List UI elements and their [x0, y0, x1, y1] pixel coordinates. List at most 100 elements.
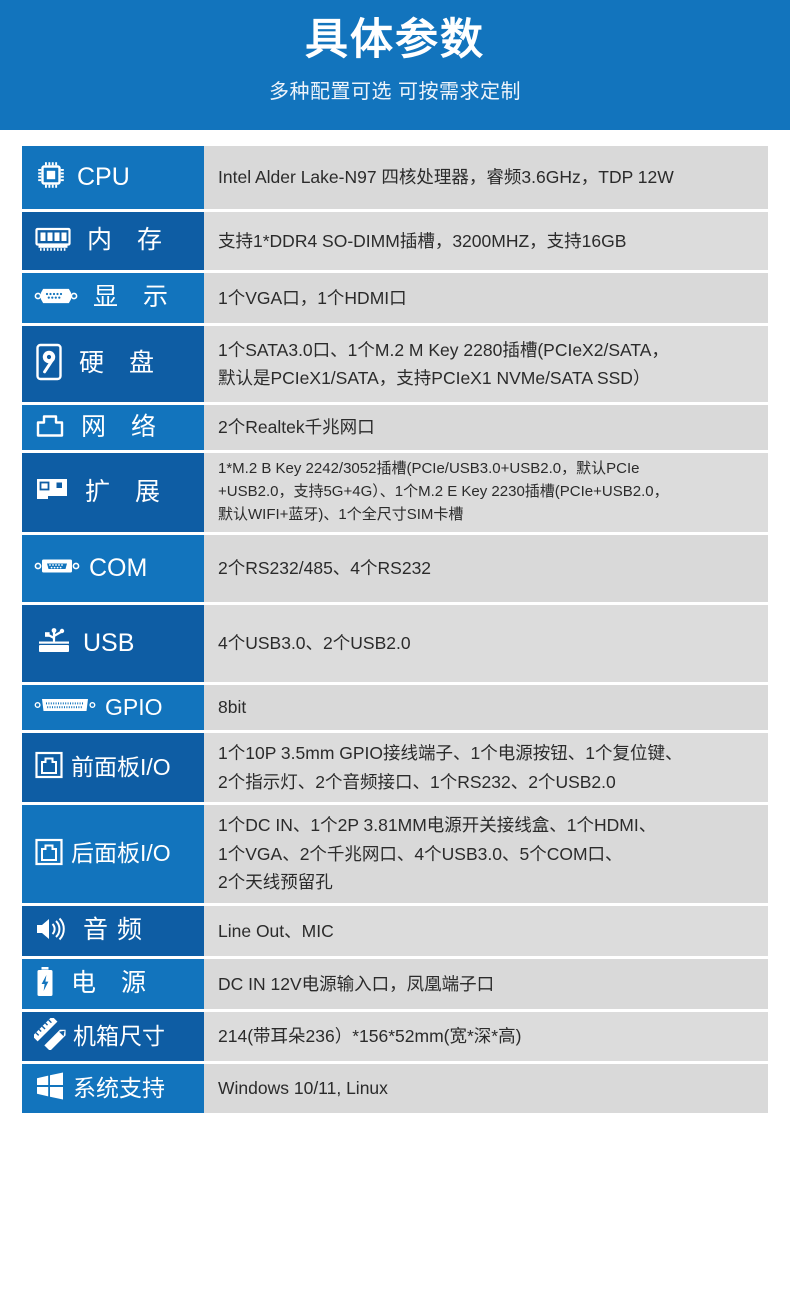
- row-label-cpu: CPU: [22, 146, 204, 209]
- page-title: 具体参数: [305, 15, 485, 64]
- row-label-power: 电 源: [22, 959, 204, 1009]
- table-row: 显 示 1个VGA口，1个HDMI口: [22, 273, 768, 323]
- table-row: COM 2个RS232/485、4个RS232: [22, 535, 768, 602]
- row-value-front-panel: 1个10P 3.5mm GPIO接线端子、1个电源按钮、1个复位键、 2个指示灯…: [204, 733, 768, 802]
- table-row: 硬 盘 1个SATA3.0口、1个M.2 M Key 2280插槽(PCIeX2…: [22, 326, 768, 402]
- row-label-gpio: GPIO: [22, 685, 204, 730]
- row-label-expansion: 扩 展: [22, 453, 204, 532]
- page-subtitle: 多种配置可选 可按需求定制: [268, 81, 522, 104]
- row-value-expansion: 1*M.2 B Key 2242/3052插槽(PCIe/USB3.0+USB2…: [204, 453, 768, 532]
- value-line: 2个指示灯、2个音频接口、1个RS232、2个USB2.0: [218, 771, 616, 792]
- row-label-text: 硬 盘: [79, 349, 163, 378]
- row-value-rear-panel: 1个DC IN、1个2P 3.81MM电源开关接线盒、1个HDMI、 1个VGA…: [204, 805, 768, 903]
- table-row: GPIO 8bit: [22, 685, 768, 730]
- value-line: 1个DC IN、1个2P 3.81MM电源开关接线盒、1个HDMI、: [218, 815, 657, 836]
- value-line: 2个RS232/485、4个RS232: [218, 558, 432, 579]
- table-row: USB 4个USB3.0、2个USB2.0: [22, 605, 768, 682]
- cpu-chip-icon: [34, 158, 68, 197]
- row-label-audio: 音频: [22, 906, 204, 956]
- value-line: 214(带耳朵236）*156*52mm(宽*深*高): [218, 1026, 522, 1047]
- row-value-usb: 4个USB3.0、2个USB2.0: [204, 605, 768, 682]
- row-label-os-support: 系统支持: [22, 1064, 204, 1113]
- usb-port-icon: [34, 624, 74, 663]
- value-line: 支持1*DDR4 SO-DIMM插槽，3200MHZ，支持16GB: [218, 230, 627, 251]
- row-label-memory: 内 存: [22, 212, 204, 270]
- ethernet-port-icon: [34, 411, 66, 444]
- row-label-text: USB: [83, 628, 135, 657]
- value-line: 1*M.2 B Key 2242/3052插槽(PCIe/USB3.0+USB2…: [218, 460, 640, 478]
- table-row: 网 络 2个Realtek千兆网口: [22, 405, 768, 450]
- value-line: 默认WIFI+蓝牙)、1个全尺寸SIM卡槽: [218, 505, 464, 523]
- row-label-text: 前面板I/O: [71, 753, 171, 780]
- row-value-cpu: Intel Alder Lake-N97 四核处理器，睿频3.6GHz，TDP …: [204, 146, 768, 209]
- value-line: 1个VGA口，1个HDMI口: [218, 287, 407, 308]
- page-header-banner: 具体参数 多种配置可选 可按需求定制: [0, 0, 790, 130]
- table-row: 扩 展 1*M.2 B Key 2242/3052插槽(PCIe/USB3.0+…: [22, 453, 768, 532]
- rear-panel-icon: [34, 837, 64, 872]
- windows-logo-icon: [34, 1071, 66, 1106]
- row-value-storage: 1个SATA3.0口、1个M.2 M Key 2280插槽(PCIeX2/SAT…: [204, 326, 768, 402]
- expansion-card-icon: [34, 475, 70, 510]
- row-label-text: CPU: [77, 162, 130, 191]
- row-value-display: 1个VGA口，1个HDMI口: [204, 273, 768, 323]
- row-label-text: 内 存: [87, 226, 171, 255]
- row-value-chassis-size: 214(带耳朵236）*156*52mm(宽*深*高): [204, 1012, 768, 1061]
- row-value-os-support: Windows 10/11, Linux: [204, 1064, 768, 1113]
- row-value-memory: 支持1*DDR4 SO-DIMM插槽，3200MHZ，支持16GB: [204, 212, 768, 270]
- row-label-network: 网 络: [22, 405, 204, 450]
- value-line: 2个天线预留孔: [218, 872, 333, 893]
- row-value-com: 2个RS232/485、4个RS232: [204, 535, 768, 602]
- row-label-storage: 硬 盘: [22, 326, 204, 402]
- row-label-text: 扩 展: [85, 477, 169, 506]
- row-label-text: 显 示: [93, 283, 177, 312]
- value-line: +USB2.0，支持5G+4G）、1个M.2 E Key 2230插槽(PCIe…: [218, 483, 669, 501]
- row-label-front-panel: 前面板I/O: [22, 733, 204, 802]
- row-label-rear-panel: 后面板I/O: [22, 805, 204, 903]
- table-row: 音频 Line Out、MIC: [22, 906, 768, 956]
- value-line: Intel Alder Lake-N97 四核处理器，睿频3.6GHz，TDP …: [218, 167, 674, 188]
- table-row: 前面板I/O 1个10P 3.5mm GPIO接线端子、1个电源按钮、1个复位键…: [22, 733, 768, 802]
- row-label-text: 电 源: [71, 969, 155, 998]
- specification-table: CPU Intel Alder Lake-N97 四核处理器，睿频3.6GHz，…: [22, 146, 768, 1113]
- table-row: 系统支持 Windows 10/11, Linux: [22, 1064, 768, 1113]
- value-line: DC IN 12V电源输入口，凤凰端子口: [218, 973, 495, 994]
- battery-power-icon: [34, 965, 56, 1004]
- row-label-chassis-size: 机箱尺寸: [22, 1012, 204, 1061]
- row-label-text: 后面板I/O: [71, 840, 171, 867]
- front-panel-icon: [34, 750, 64, 785]
- row-label-text: 系统支持: [73, 1074, 165, 1101]
- row-value-power: DC IN 12V电源输入口，凤凰端子口: [204, 959, 768, 1009]
- row-label-com: COM: [22, 535, 204, 602]
- row-label-display: 显 示: [22, 273, 204, 323]
- table-row: 后面板I/O 1个DC IN、1个2P 3.81MM电源开关接线盒、1个HDMI…: [22, 805, 768, 903]
- value-line: 1个VGA、2个千兆网口、4个USB3.0、5个COM口、: [218, 843, 623, 864]
- row-label-text: 机箱尺寸: [73, 1022, 165, 1049]
- value-line: Windows 10/11, Linux: [218, 1078, 388, 1099]
- value-line: Line Out、MIC: [218, 920, 334, 941]
- db9-serial-port-icon: [34, 554, 80, 583]
- table-row: 电 源 DC IN 12V电源输入口，凤凰端子口: [22, 959, 768, 1009]
- row-value-audio: Line Out、MIC: [204, 906, 768, 956]
- value-line: 默认是PCIeX1/SATA，支持PCIeX1 NVMe/SATA SSD）: [218, 368, 651, 388]
- row-label-usb: USB: [22, 605, 204, 682]
- value-line: 1个SATA3.0口、1个M.2 M Key 2280插槽(PCIeX2/SAT…: [218, 339, 669, 360]
- memory-module-icon: [34, 224, 72, 259]
- row-label-text: COM: [89, 553, 148, 582]
- row-label-text: 网 络: [81, 412, 165, 441]
- table-row: CPU Intel Alder Lake-N97 四核处理器，睿频3.6GHz，…: [22, 146, 768, 209]
- ruler-pencil-icon: [32, 1016, 66, 1055]
- value-line: 4个USB3.0、2个USB2.0: [218, 633, 411, 654]
- value-line: 8bit: [218, 697, 247, 718]
- table-row: 机箱尺寸 214(带耳朵236）*156*52mm(宽*深*高): [22, 1012, 768, 1061]
- value-line: 1个10P 3.5mm GPIO接线端子、1个电源按钮、1个复位键、: [218, 743, 683, 764]
- hard-disk-icon: [34, 342, 64, 387]
- value-line: 2个Realtek千兆网口: [218, 417, 375, 438]
- table-row: 内 存 支持1*DDR4 SO-DIMM插槽，3200MHZ，支持16GB: [22, 212, 768, 270]
- speaker-icon: [34, 915, 68, 948]
- row-label-text: 音频: [83, 916, 152, 945]
- row-label-text: GPIO: [105, 693, 163, 720]
- row-value-network: 2个Realtek千兆网口: [204, 405, 768, 450]
- vga-connector-icon: [34, 284, 78, 313]
- row-value-gpio: 8bit: [204, 685, 768, 730]
- gpio-connector-icon: [34, 694, 96, 721]
